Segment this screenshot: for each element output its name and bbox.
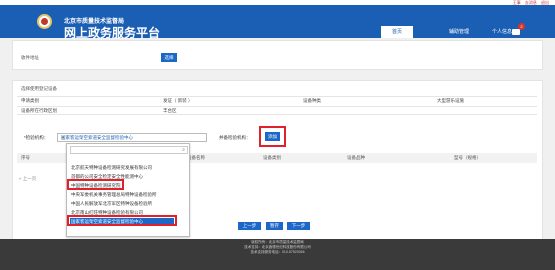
inspection-org-label: *检验机构： — [24, 135, 49, 140]
col-category: 设备类别 — [263, 155, 281, 160]
col-index: 序号 — [21, 155, 30, 160]
footer-phone: 技术支持服务电话：010-57520046 — [250, 250, 305, 254]
dropdown-option[interactable]: 北京航天特种设备检测研究发展有限公司 — [71, 165, 152, 171]
portal-name: 网上政务服务平台 — [64, 26, 161, 40]
option-highlight — [67, 179, 124, 190]
section-title: 选择使用登记设备 — [21, 86, 57, 91]
col-variety: 设备品种 — [347, 155, 365, 160]
dropdown-option[interactable]: 中国人民解放军北京军区特种设备检验所 — [71, 201, 152, 207]
apply-type-label: 申请类别 — [21, 98, 39, 103]
emblem-icon — [37, 14, 52, 29]
apply-type-value: 发证（ 新装 ） — [163, 98, 193, 103]
info-row: 申请类别 发证（ 新装 ） 设备种类 大型游乐设施 — [17, 96, 537, 105]
selected-option-highlight — [67, 215, 177, 226]
equipment-type-label: 设备种类 — [303, 98, 321, 103]
backup-org-label: 并备检验机构： — [219, 135, 251, 140]
address-card: 收件地址 选择 — [12, 40, 543, 70]
chevron-down-icon: ▼ — [61, 135, 65, 140]
region-label: 设备所在行政区划 — [21, 108, 57, 113]
footer-text: 版权所有：北京市质量技术监督局 技术支持：北京鑫德世纪科技股份有限公司 技术支持… — [0, 240, 555, 255]
equipment-type-value: 大型游乐设施 — [437, 98, 464, 103]
mail-icon[interactable] — [512, 29, 520, 35]
site-header: 北京市质量技术监督局 网上政务服务平台 — [0, 5, 555, 40]
col-model: 型号（规格） — [454, 155, 481, 160]
search-icon: ⌕ — [182, 147, 185, 153]
select-address-button[interactable]: 选择 — [161, 53, 177, 62]
dropdown-search-input[interactable]: ⌕ — [70, 146, 188, 154]
info-row: 设备所在行政区划 丰台区 — [17, 106, 537, 115]
next-step-button[interactable]: 下一步 — [287, 222, 310, 230]
nav-business[interactable]: 辅助管理 — [449, 26, 469, 38]
prev-step-button[interactable]: 上一步 — [238, 222, 261, 230]
address-label: 收件地址 — [21, 55, 39, 60]
add-button[interactable]: 添加 — [265, 132, 280, 141]
save-draft-button[interactable]: 暂存 — [266, 222, 283, 230]
nav-home[interactable]: 首页 — [381, 26, 413, 38]
inspection-org-select[interactable]: 国家客运架空索道安全监督检验中心 ▼ — [57, 133, 207, 142]
mail-badge: 2 — [518, 23, 525, 30]
pager-prev[interactable]: « 上一页 — [19, 176, 36, 182]
nav-profile[interactable]: 个人信息 — [492, 26, 512, 38]
dropdown-option[interactable]: 中央军委机关事务管理总局特种设备检验所 — [71, 192, 157, 198]
region-value: 丰台区 — [163, 108, 177, 113]
